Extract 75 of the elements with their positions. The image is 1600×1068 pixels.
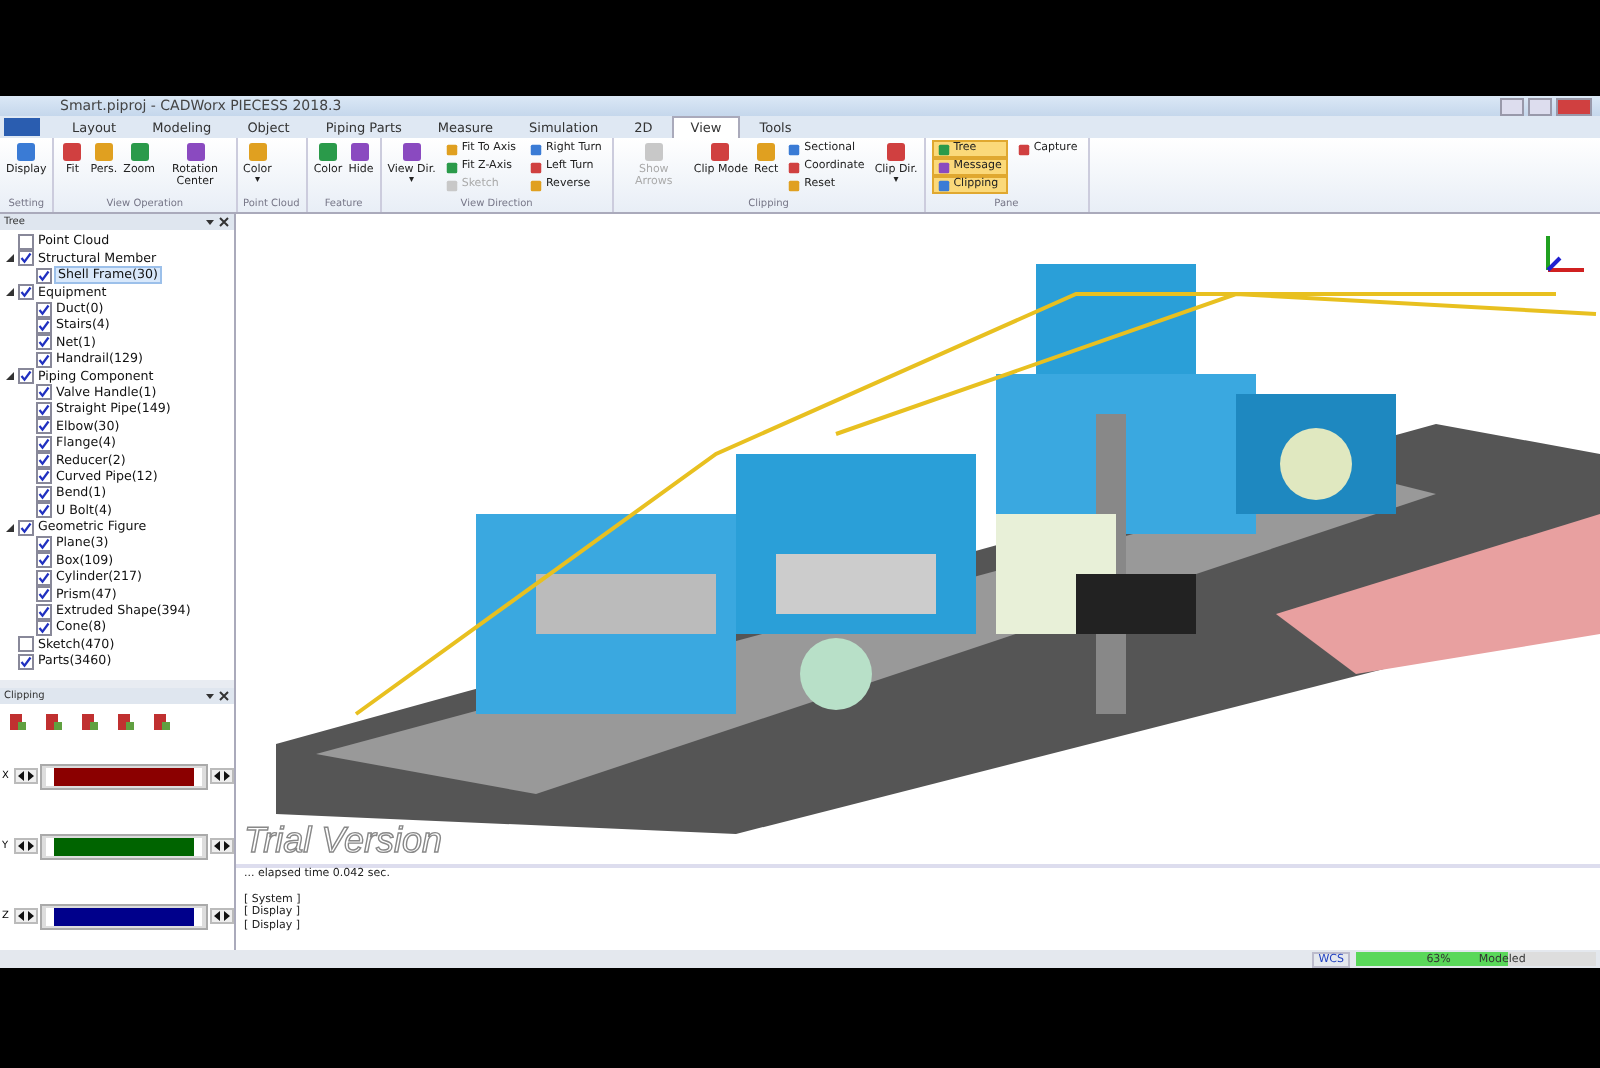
checkbox[interactable]: [36, 535, 52, 552]
checkbox[interactable]: [36, 452, 52, 469]
square-icon: [445, 179, 458, 191]
close-icon[interactable]: [218, 215, 230, 228]
checkbox[interactable]: [18, 519, 34, 536]
square-icon: [884, 140, 909, 164]
square-icon: [529, 179, 542, 191]
range-slider[interactable]: [40, 833, 208, 860]
expander-icon[interactable]: [4, 286, 16, 299]
close-icon[interactable]: [218, 690, 230, 703]
checkbox[interactable]: [36, 351, 52, 368]
clip-tool-icon[interactable]: [116, 711, 136, 732]
square-icon: [348, 140, 373, 164]
clip-tool-icon[interactable]: [8, 711, 28, 732]
checkbox[interactable]: [36, 267, 52, 284]
expander-icon[interactable]: [4, 370, 16, 383]
step-buttons-icon[interactable]: [210, 768, 234, 785]
square-icon: [91, 140, 116, 164]
square-icon: [708, 140, 733, 164]
close-button[interactable]: [1556, 97, 1592, 115]
square-icon: [445, 161, 458, 173]
square-icon: [127, 140, 152, 164]
square-icon: [529, 161, 542, 173]
checkbox[interactable]: [36, 586, 52, 603]
step-buttons-icon[interactable]: [14, 838, 38, 855]
checkbox[interactable]: [36, 569, 52, 586]
square-icon: [937, 161, 950, 173]
step-buttons-icon[interactable]: [14, 908, 38, 925]
square-icon: [60, 140, 85, 164]
range-slider[interactable]: [40, 763, 208, 790]
dropdown-icon[interactable]: [204, 690, 216, 703]
step-buttons-icon[interactable]: [210, 838, 234, 855]
checkbox[interactable]: [36, 468, 52, 485]
square-icon: [937, 143, 950, 155]
square-icon: [788, 143, 801, 155]
checkbox[interactable]: [36, 301, 52, 318]
square-icon: [788, 161, 801, 173]
checkbox[interactable]: [36, 435, 52, 452]
square-icon: [445, 143, 458, 155]
square-icon: [529, 143, 542, 155]
square-icon: [399, 140, 424, 164]
square-icon: [754, 140, 779, 164]
checkbox[interactable]: [36, 384, 52, 401]
checkbox[interactable]: [18, 653, 34, 670]
step-buttons-icon[interactable]: [210, 908, 234, 925]
square-icon: [183, 140, 208, 164]
square-icon: [316, 140, 341, 164]
square-icon: [937, 179, 950, 191]
clip-tool-icon[interactable]: [80, 711, 100, 732]
checkbox[interactable]: [36, 334, 52, 351]
checkbox[interactable]: [36, 485, 52, 502]
axis-triad-icon: [1540, 230, 1588, 278]
checkbox[interactable]: [36, 603, 52, 620]
checkbox[interactable]: [36, 418, 52, 435]
checkbox[interactable]: [18, 250, 34, 267]
checkbox[interactable]: [18, 368, 34, 385]
square-icon: [14, 140, 39, 164]
checkbox[interactable]: [36, 552, 52, 569]
clip-tool-icon[interactable]: [152, 711, 172, 732]
square-icon: [245, 140, 270, 164]
range-slider[interactable]: [40, 903, 208, 930]
expander-icon[interactable]: [4, 521, 16, 534]
checkbox[interactable]: [36, 401, 52, 418]
checkbox[interactable]: [36, 502, 52, 519]
square-icon: [788, 179, 801, 191]
step-buttons-icon[interactable]: [14, 768, 38, 785]
checkbox[interactable]: [18, 636, 34, 653]
expander-icon[interactable]: [4, 252, 16, 265]
square-icon: [1017, 143, 1030, 155]
checkbox[interactable]: [18, 284, 34, 301]
dropdown-icon[interactable]: [204, 215, 216, 228]
trial-watermark: Trial Version: [244, 820, 443, 862]
checkbox[interactable]: [18, 233, 34, 250]
clip-tool-icon[interactable]: [44, 711, 64, 732]
square-icon: [641, 140, 666, 164]
